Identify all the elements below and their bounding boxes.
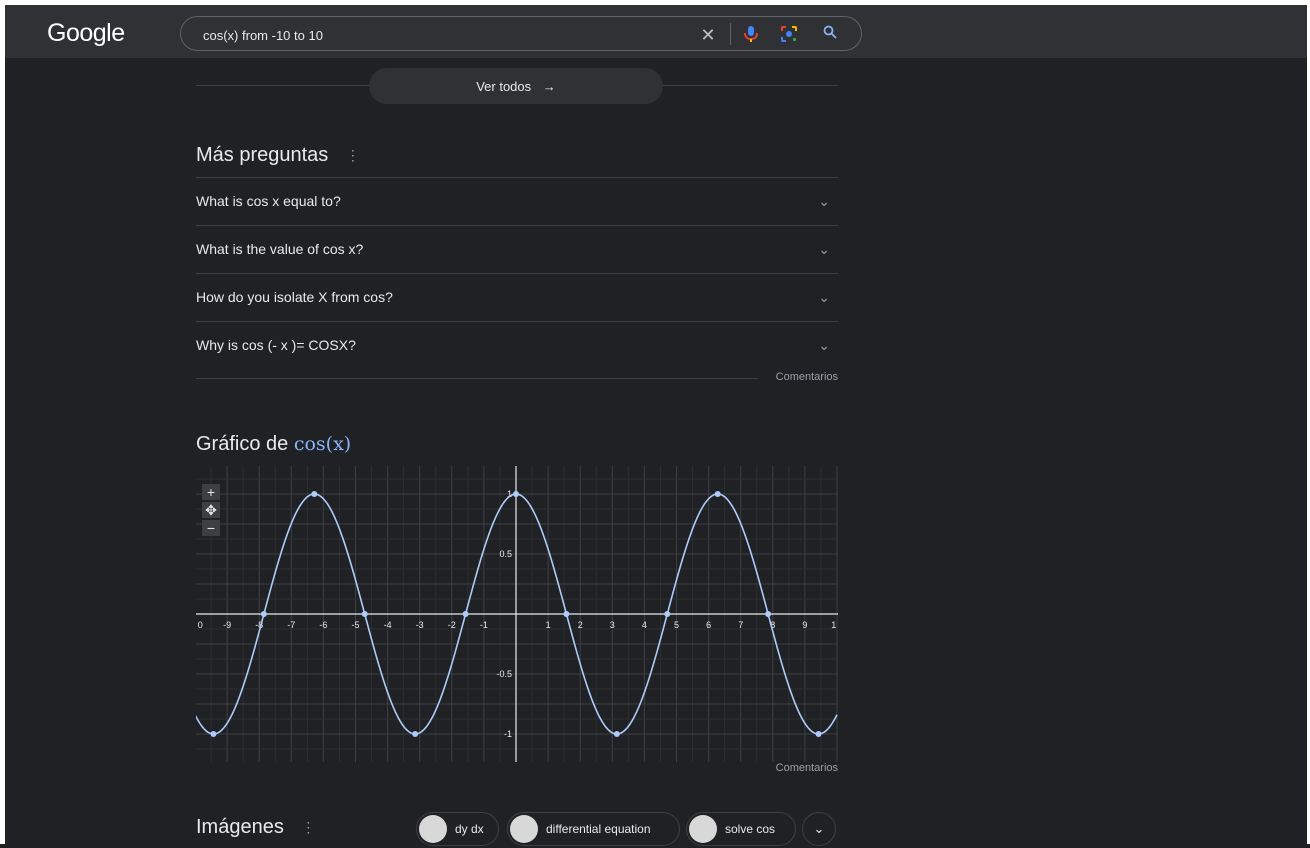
feedback-row: Comentarios (196, 371, 838, 394)
graph-heading: Gráfico de cos(x) (196, 433, 351, 456)
faq-item[interactable]: What is the value of cos x? ⌄ (196, 225, 838, 273)
faq-question: Why is cos (- x )= COSX? (196, 337, 356, 353)
x-tick-label: -2 (448, 620, 456, 630)
x-tick-label: 5 (674, 620, 679, 630)
data-point (361, 611, 368, 617)
search-divider (730, 23, 731, 45)
image-chip[interactable]: differential equation (507, 812, 680, 846)
graph-feedback-link[interactable]: Comentarios (776, 762, 838, 774)
graph-canvas[interactable]: 0 -9 -8 -7 -6 -5 -4 -3 -2 -1 1 2 3 4 5 6 7 8 9 110.5-0.5-1 (196, 466, 838, 762)
view-all-button[interactable]: Ver todos → (369, 68, 663, 104)
data-point (765, 611, 772, 617)
x-tick-label: -7 (287, 620, 295, 630)
search-box[interactable]: ✕ (180, 16, 862, 51)
google-logo[interactable]: Google (47, 19, 125, 48)
view-all-row: Ver todos → (196, 68, 838, 104)
faq-question: How do you isolate X from cos? (196, 289, 393, 305)
x-tick-label: -4 (384, 620, 392, 630)
more-questions-title: Más preguntas (196, 144, 329, 166)
faq-question: What is cos x equal to? (196, 193, 341, 209)
feedback-link[interactable]: Comentarios (776, 371, 838, 383)
chevron-down-icon: ⌄ (818, 289, 830, 305)
x-tick-label: -6 (319, 620, 327, 630)
zoom-in-button[interactable]: + (202, 484, 220, 500)
faq-question: What is the value of cos x? (196, 241, 364, 257)
faq-item[interactable]: What is cos x equal to? ⌄ (196, 177, 838, 225)
mic-icon[interactable] (741, 25, 761, 45)
data-point (412, 731, 419, 737)
data-point (563, 611, 570, 617)
chip-label: solve cos (725, 822, 776, 836)
data-point (210, 731, 217, 737)
close-icon[interactable]: ✕ (698, 25, 718, 45)
chip-label: dy dx (455, 822, 484, 836)
graph-title-prefix: Gráfico de (196, 433, 289, 455)
pan-icon[interactable]: ✥ (202, 502, 220, 518)
y-tick-label: 0.5 (499, 549, 512, 559)
data-point (260, 611, 267, 617)
x-tick-label: -5 (351, 620, 359, 630)
image-chip[interactable]: solve cos (686, 812, 796, 846)
x-tick-label: 3 (610, 620, 615, 630)
x-tick-label: 9 (802, 620, 807, 630)
y-tick-label: -0.5 (496, 669, 512, 679)
images-title: Imágenes (196, 816, 284, 838)
x-tick-label: 0 (198, 620, 203, 630)
divider-line (663, 85, 838, 86)
zoom-controls: + ✥ − (202, 484, 224, 538)
graph-title-math: cos(x) (293, 433, 352, 455)
data-point (613, 731, 620, 737)
chevron-down-icon: ⌄ (818, 193, 830, 209)
x-tick-label: 7 (738, 620, 743, 630)
divider-line (196, 85, 369, 86)
data-point (664, 611, 671, 617)
window-frame-left (0, 0, 5, 844)
data-point (815, 731, 822, 737)
images-row: Imágenes ⋮ dy dx differential equation s… (196, 812, 838, 848)
top-bar: Google ✕ (5, 5, 1307, 58)
x-tick-label: 4 (642, 620, 647, 630)
chip-label: differential equation (546, 822, 651, 836)
data-point (513, 491, 519, 497)
chevron-down-icon[interactable]: ⌄ (802, 812, 836, 846)
zoom-out-button[interactable]: − (202, 520, 220, 536)
lens-icon[interactable] (779, 25, 799, 45)
function-graph[interactable]: 0 -9 -8 -7 -6 -5 -4 -3 -2 -1 1 2 3 4 5 6 7 8 9 1 1 0.5 -0.5 -1 … (196, 466, 838, 762)
x-tick-label: 1 (546, 620, 551, 630)
search-input[interactable] (201, 24, 685, 46)
search-icon[interactable] (820, 25, 840, 45)
data-point (714, 491, 721, 497)
more-options-icon[interactable]: ⋮ (301, 819, 315, 836)
x-tick-label: -9 (223, 620, 231, 630)
faq-item[interactable]: How do you isolate X from cos? ⌄ (196, 273, 838, 321)
chip-thumbnail (419, 815, 447, 843)
chip-thumbnail (689, 815, 717, 843)
x-tick-label: -1 (480, 620, 488, 630)
chevron-down-icon: ⌄ (818, 337, 830, 353)
chevron-down-icon: ⌄ (818, 241, 830, 257)
view-all-label: Ver todos (476, 79, 532, 94)
more-questions-heading: Más preguntas ⋮ (196, 144, 360, 167)
chip-thumbnail (510, 815, 538, 843)
y-tick-label: -1 (504, 729, 512, 739)
faq-item[interactable]: Why is cos (- x )= COSX? ⌄ (196, 321, 838, 369)
arrow-right-icon: → (542, 79, 556, 94)
image-chip[interactable]: dy dx (416, 812, 499, 846)
data-point (311, 491, 318, 497)
more-options-icon[interactable]: ⋮ (346, 147, 360, 164)
data-point (462, 611, 469, 617)
images-heading: Imágenes ⋮ (196, 816, 315, 839)
x-tick-label: 6 (706, 620, 711, 630)
x-tick-label: 2 (578, 620, 583, 630)
x-tick-label: -3 (416, 620, 424, 630)
divider-line (196, 378, 758, 379)
x-tick-label: 1 (831, 620, 836, 630)
more-questions-list: What is cos x equal to? ⌄ What is the va… (196, 177, 838, 369)
